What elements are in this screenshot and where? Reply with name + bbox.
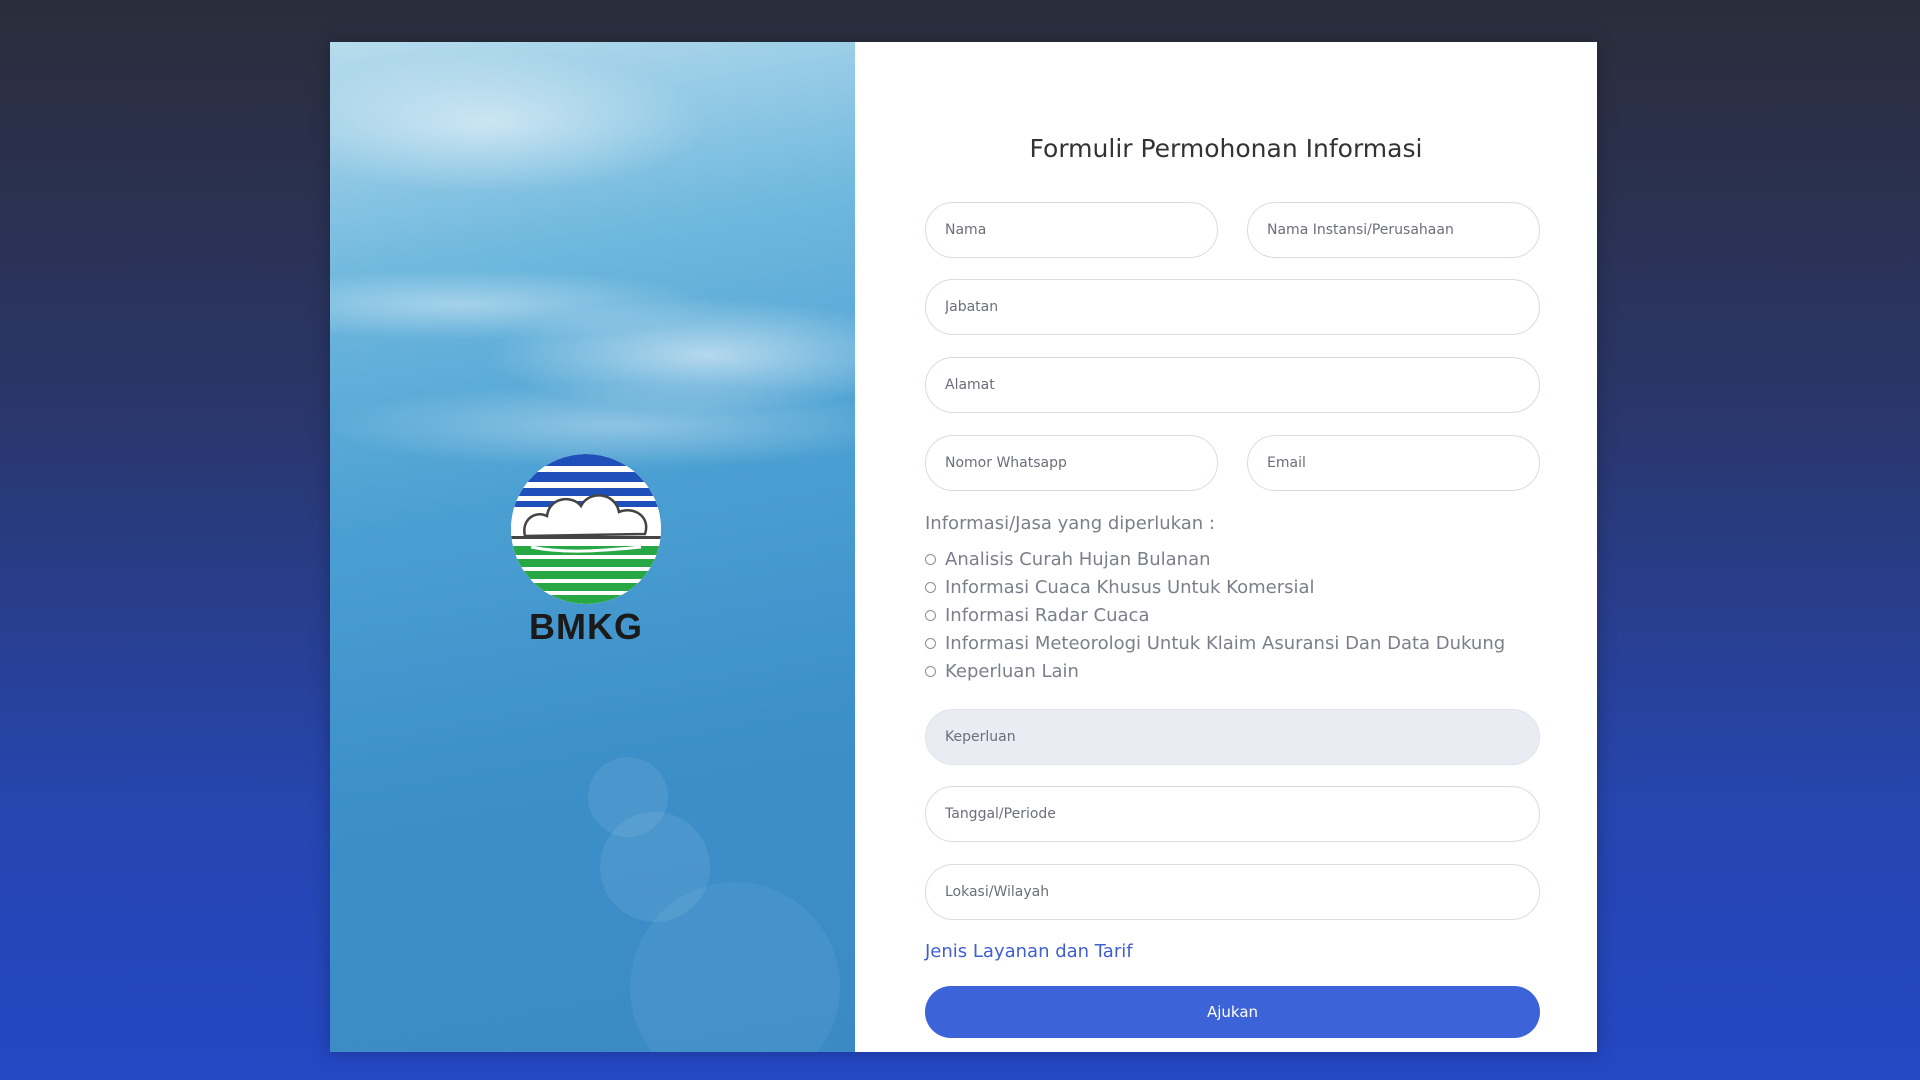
alamat-input[interactable] xyxy=(925,357,1540,413)
bmkg-emblem xyxy=(511,454,661,604)
nama-input[interactable] xyxy=(925,202,1218,258)
services-label: Informasi/Jasa yang diperlukan : xyxy=(925,513,1215,534)
instansi-input[interactable] xyxy=(1247,202,1540,258)
service-tariff-link[interactable]: Jenis Layanan dan Tarif xyxy=(925,941,1133,962)
sky-image-panel: BMKG xyxy=(330,42,855,1052)
radio-button[interactable] xyxy=(925,582,936,593)
service-radio-option[interactable]: Informasi Meteorologi Untuk Klaim Asuran… xyxy=(925,633,1505,654)
service-option-label: Informasi Cuaca Khusus Untuk Komersial xyxy=(945,577,1315,598)
bmkg-logo: BMKG xyxy=(510,454,662,654)
keperluan-input[interactable] xyxy=(925,709,1540,765)
service-option-label: Analisis Curah Hujan Bulanan xyxy=(945,549,1211,570)
page-title: Formulir Permohonan Informasi xyxy=(1029,134,1423,163)
radio-button[interactable] xyxy=(925,638,936,649)
lokasi-wilayah-input[interactable] xyxy=(925,864,1540,920)
service-radio-option[interactable]: Informasi Cuaca Khusus Untuk Komersial xyxy=(925,577,1315,598)
service-radio-option[interactable]: Keperluan Lain xyxy=(925,661,1079,682)
radio-button[interactable] xyxy=(925,666,936,677)
form-panel: Formulir Permohonan Informasi Informasi/… xyxy=(855,42,1597,1052)
service-radio-option[interactable]: Informasi Radar Cuaca xyxy=(925,605,1149,626)
radio-button[interactable] xyxy=(925,610,936,621)
service-radio-option[interactable]: Analisis Curah Hujan Bulanan xyxy=(925,549,1211,570)
email-input[interactable] xyxy=(1247,435,1540,491)
service-option-label: Informasi Radar Cuaca xyxy=(945,605,1150,626)
radio-button[interactable] xyxy=(925,554,936,565)
form-card: BMKG Formulir Permohonan Informasi Infor… xyxy=(330,42,1597,1052)
service-option-label: Informasi Meteorologi Untuk Klaim Asuran… xyxy=(945,633,1506,654)
jabatan-input[interactable] xyxy=(925,279,1540,335)
service-option-label: Keperluan Lain xyxy=(945,661,1079,682)
whatsapp-input[interactable] xyxy=(925,435,1218,491)
logo-text: BMKG xyxy=(529,606,643,647)
submit-button[interactable]: Ajukan xyxy=(925,986,1540,1038)
tanggal-periode-input[interactable] xyxy=(925,786,1540,842)
